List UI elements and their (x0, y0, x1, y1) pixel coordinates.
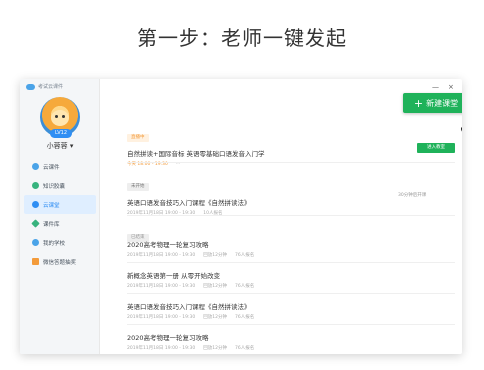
sidebar-item-label: 云课件 (43, 164, 60, 171)
status-badge-live: 直播中 (127, 134, 149, 142)
school-icon (32, 239, 39, 246)
minimize-button[interactable]: — (432, 83, 439, 91)
hand-cursor-icon (461, 127, 462, 132)
capsule-icon (32, 182, 39, 189)
divider (127, 324, 455, 325)
avatar-face (51, 110, 69, 126)
sidebar-item-knowledge-capsule[interactable]: 知识胶囊 (24, 176, 96, 195)
main-panel: — × + 新建课堂 直播中 自然拼读+国际音标 英语零基础口语发音入门学 今天… (100, 79, 462, 354)
sidebar-item-cloud-classroom[interactable]: 云课堂 (24, 195, 96, 214)
list-item[interactable]: 2020高考物理一轮复习攻略 2019年11月18日 19:00 - 19:30… (127, 239, 254, 258)
course-title: 新概念英语第一册 从零开始改变 (127, 272, 221, 280)
course-meta: 2019年11月18日 19:00 - 19:30 回放12分钟 76人报名 (127, 253, 255, 258)
course-meta: 2019年11月18日 19:00 - 19:30 回放12分钟 76人报名 (127, 346, 255, 351)
new-classroom-label: 新建课堂 (426, 98, 459, 108)
sidebar: 考试云课件 LV12 小蓉蓉 ▾ 云课件 知识胶囊 云课堂 课件库 我的学校 微… (20, 79, 100, 354)
sidebar-item-label: 课件库 (43, 221, 60, 228)
start-countdown: 30分钟后开课 (398, 193, 427, 198)
course-title: 2020高考物理一轮复习攻略 (127, 334, 209, 342)
sidebar-nav: 云课件 知识胶囊 云课堂 课件库 我的学校 微信答题抽奖 (20, 157, 100, 271)
course-title: 英语口语发音技巧入门课程《自然拼读法》 (127, 303, 251, 311)
sidebar-item-label: 知识胶囊 (43, 183, 66, 190)
username-dropdown[interactable]: 小蓉蓉 ▾ (20, 141, 100, 151)
course-title: 英语口语发音技巧入门课程《自然拼读法》 (127, 199, 251, 207)
level-badge: LV12 (50, 129, 72, 138)
classroom-icon (32, 201, 39, 208)
enter-classroom-button[interactable]: 进入教室 (417, 143, 455, 153)
cloud-icon (32, 163, 39, 170)
list-item[interactable]: 2020高考物理一轮复习攻略 2019年11月18日 19:00 - 19:30… (127, 332, 254, 351)
list-item[interactable]: 英语口语发音技巧入门课程《自然拼读法》 2019年11月18日 19:00 - … (127, 301, 254, 320)
diamond-icon (31, 219, 40, 228)
course-title: 自然拼读+国际音标 英语零基础口语发音入门学 (127, 150, 265, 158)
gift-icon (32, 258, 39, 265)
sidebar-item-label: 我的学校 (43, 240, 66, 247)
sidebar-item-label: 云课堂 (43, 202, 60, 209)
app-brand-label: 考试云课件 (38, 84, 64, 90)
sidebar-item-courseware-library[interactable]: 课件库 (24, 214, 96, 233)
app-window: 考试云课件 LV12 小蓉蓉 ▾ 云课件 知识胶囊 云课堂 课件库 我的学校 微… (20, 79, 462, 354)
sidebar-item-my-school[interactable]: 我的学校 (24, 233, 96, 252)
course-meta: 2019年11月18日 19:00 - 19:30 回放12分钟 76人报名 (127, 284, 255, 289)
sidebar-item-label: 微信答题抽奖 (43, 259, 77, 266)
course-title: 2020高考物理一轮复习攻略 (127, 241, 209, 249)
divider (127, 215, 455, 216)
divider (127, 293, 455, 294)
course-meta: 2019年11月18日 19:00 - 19:30 回放12分钟 76人报名 (127, 315, 255, 320)
close-button[interactable]: × (448, 83, 454, 91)
upcoming-course-block[interactable]: 未开始 英语口语发音技巧入门课程《自然拼读法》 2019年11月18日 19:0… (127, 172, 251, 216)
new-classroom-button[interactable]: + 新建课堂 (403, 93, 462, 113)
status-badge-upcoming: 未开始 (127, 183, 149, 191)
plus-icon: + (413, 96, 424, 110)
page-headline: 第一步：老师一键发起 (137, 26, 347, 50)
sidebar-item-cloud-courseware[interactable]: 云课件 (24, 157, 96, 176)
divider (127, 262, 455, 263)
divider (127, 162, 455, 163)
cloud-logo-icon (26, 83, 35, 90)
app-brand: 考试云课件 (26, 83, 63, 90)
sidebar-item-wechat-quiz[interactable]: 微信答题抽奖 (24, 252, 96, 271)
list-item[interactable]: 新概念英语第一册 从零开始改变 2019年11月18日 19:00 - 19:3… (127, 270, 254, 289)
live-course-block[interactable]: 直播中 自然拼读+国际音标 英语零基础口语发音入门学 今天 18:00 - 19… (127, 123, 265, 167)
